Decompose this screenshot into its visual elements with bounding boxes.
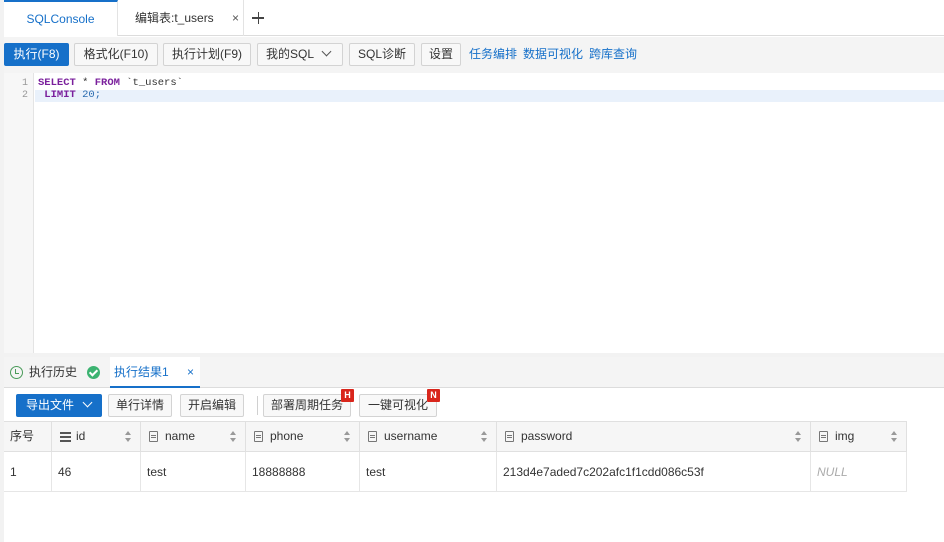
table-cell-null[interactable]: NULL: [811, 452, 907, 492]
table-name-token: `t_users`: [119, 77, 183, 89]
line-number: 1: [21, 78, 28, 89]
tab-bar: SQLConsole 编辑表:t_users ×: [4, 0, 944, 36]
result-tabs: 执行历史 执行结果1 ×: [4, 357, 944, 388]
column-header-label: username: [384, 429, 438, 443]
tab-edit-table[interactable]: 编辑表:t_users ×: [118, 0, 244, 36]
column-header-label: name: [165, 429, 196, 443]
sql-console-window: SQLConsole 编辑表:t_users × 执行(F8) 格式化(F10)…: [0, 0, 944, 542]
row-detail-button[interactable]: 单行详情: [108, 394, 172, 417]
table-cell[interactable]: test: [360, 452, 497, 492]
table-cell[interactable]: 1: [4, 452, 52, 492]
close-icon[interactable]: ×: [187, 357, 194, 388]
execution-plan-button[interactable]: 执行计划(F9): [163, 43, 251, 66]
column-header-label: 序号: [10, 429, 35, 443]
history-icon: [10, 366, 23, 379]
schedule-task-button[interactable]: 部署周期任务 H: [263, 389, 354, 417]
sql-editor[interactable]: 1 2 SELECT * FROM `t_users` LIMIT 20;: [4, 73, 944, 353]
line-number-gutter: 1 2: [4, 73, 34, 353]
settings-button[interactable]: 设置: [421, 43, 461, 66]
sort-icon[interactable]: [481, 431, 488, 443]
execute-button[interactable]: 执行(F8): [4, 43, 69, 66]
sql-diagnose-button[interactable]: SQL诊断: [349, 43, 415, 66]
column-header-label: img: [835, 429, 855, 443]
format-button[interactable]: 格式化(F10): [74, 43, 158, 66]
table-cell[interactable]: 46: [52, 452, 141, 492]
new-badge: N: [427, 389, 440, 402]
limit-value-token: 20;: [75, 89, 102, 101]
table-cell[interactable]: 213d4e7aded7c202afc1f1cdd086c53f: [497, 452, 811, 492]
text-column-icon: [149, 431, 158, 442]
column-header-phone[interactable]: phone: [246, 421, 360, 452]
tab-execution-history[interactable]: 执行历史: [29, 357, 77, 388]
one-click-visualization-button[interactable]: 一键可视化 N: [359, 389, 440, 417]
table-cell[interactable]: test: [141, 452, 246, 492]
tab-execution-result[interactable]: 执行结果1 ×: [110, 357, 200, 388]
sort-icon[interactable]: [125, 431, 132, 443]
column-header-label: phone: [270, 429, 304, 443]
tab-edit-table-label: 编辑表:t_users: [135, 11, 214, 25]
keyword-from: FROM: [94, 77, 120, 89]
column-header-name[interactable]: name: [141, 421, 246, 452]
sort-icon[interactable]: [795, 431, 802, 443]
column-header-label: password: [521, 429, 573, 443]
text-column-icon: [505, 431, 514, 442]
editor-toolbar: 执行(F8) 格式化(F10) 执行计划(F9) 我的SQL SQL诊断 设置 …: [4, 37, 944, 73]
line-number: 2: [21, 90, 28, 101]
sort-icon[interactable]: [344, 431, 351, 443]
result-toolbar: 导出文件 单行详情 开启编辑 部署周期任务 H 一键可视化 N: [4, 389, 944, 421]
column-header-username[interactable]: username: [360, 421, 497, 452]
chevron-down-icon: [82, 397, 93, 408]
code-line-2: LIMIT 20;: [38, 89, 101, 101]
code-line-1: SELECT * FROM `t_users`: [38, 77, 183, 89]
schedule-task-label: 部署周期任务: [270, 398, 343, 412]
my-sql-label: 我的SQL: [266, 47, 315, 61]
one-click-visualization-label: 一键可视化: [367, 398, 428, 412]
sort-icon[interactable]: [891, 431, 898, 443]
add-tab-icon[interactable]: [248, 6, 268, 30]
key-list-icon: [60, 432, 71, 442]
column-header-img[interactable]: img: [811, 421, 907, 452]
toolbar-separator: [257, 396, 258, 415]
cross-db-query-link[interactable]: 跨库查询: [589, 43, 637, 66]
sort-icon[interactable]: [230, 431, 237, 443]
chevron-down-icon: [321, 46, 332, 57]
column-header-index: 序号: [4, 421, 52, 452]
data-visualization-link[interactable]: 数据可视化: [523, 43, 583, 66]
star-token: *: [75, 77, 95, 89]
export-file-label: 导出文件: [26, 398, 75, 412]
keyword-select: SELECT: [38, 77, 76, 89]
tab-execution-result-label: 执行结果1: [114, 365, 169, 379]
my-sql-dropdown[interactable]: 我的SQL: [257, 43, 343, 66]
tab-sqlconsole[interactable]: SQLConsole: [4, 0, 118, 36]
task-orchestration-link[interactable]: 任务编排: [469, 43, 517, 66]
current-line-highlight: [35, 90, 944, 102]
success-check-icon: [87, 366, 100, 379]
text-column-icon: [368, 431, 377, 442]
column-header-id[interactable]: id: [52, 421, 141, 452]
hot-badge: H: [341, 389, 354, 402]
close-icon[interactable]: ×: [232, 0, 239, 36]
column-header-label: id: [76, 429, 86, 443]
export-file-dropdown[interactable]: 导出文件: [16, 394, 102, 417]
table-cell[interactable]: 18888888: [246, 452, 360, 492]
text-column-icon: [819, 431, 828, 442]
enable-edit-button[interactable]: 开启编辑: [180, 394, 244, 417]
text-column-icon: [254, 431, 263, 442]
keyword-limit: LIMIT: [38, 89, 76, 101]
column-header-password[interactable]: password: [497, 421, 811, 452]
